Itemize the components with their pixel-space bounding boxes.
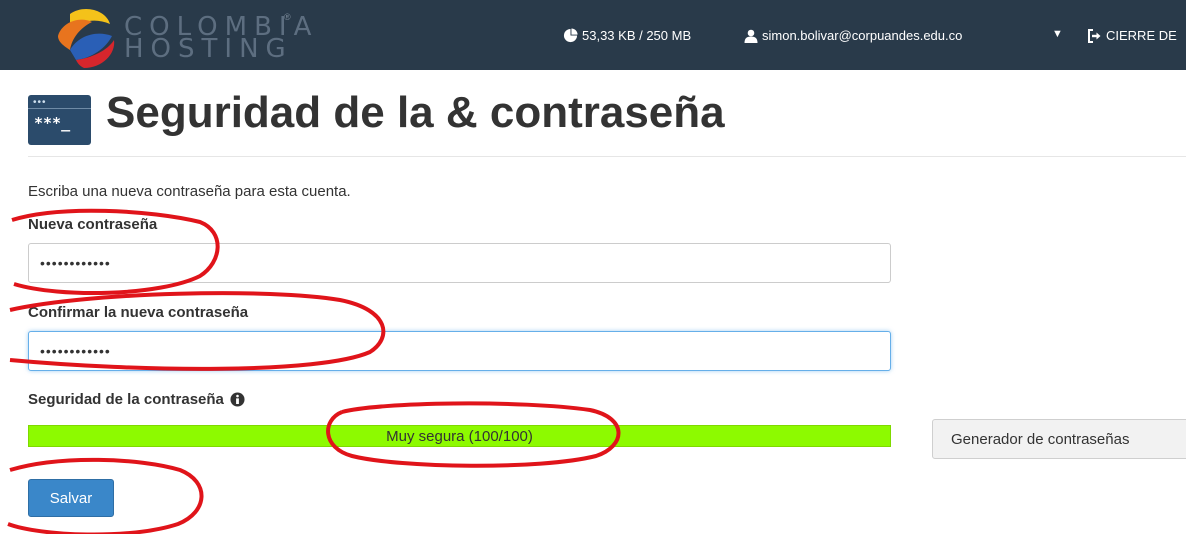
disk-usage[interactable]: 53,33 KB / 250 MB <box>563 28 691 43</box>
password-icon-text: ***_ <box>34 114 71 132</box>
strength-label-row: Seguridad de la contraseña <box>28 391 245 408</box>
save-button[interactable]: Salvar <box>28 479 114 517</box>
password-strength-meter: Muy segura (100/100) <box>28 425 891 447</box>
intro-text: Escriba una nueva contraseña para esta c… <box>28 183 351 200</box>
registered-mark: ® <box>284 12 291 22</box>
strength-label: Seguridad de la contraseña <box>28 391 224 408</box>
chevron-down-icon[interactable]: ▼ <box>1052 28 1063 40</box>
disk-usage-text: 53,33 KB / 250 MB <box>582 28 692 43</box>
logout-link[interactable]: CIERRE DE <box>1088 28 1177 43</box>
confirm-password-input[interactable] <box>28 331 891 371</box>
user-icon <box>744 29 758 43</box>
logout-label: CIERRE DE <box>1106 28 1177 43</box>
new-password-input[interactable] <box>28 243 891 283</box>
confirm-password-label: Confirmar la nueva contraseña <box>28 304 249 321</box>
new-password-label: Nueva contraseña <box>28 216 158 233</box>
page-title: Seguridad de la & contraseña <box>106 88 725 137</box>
pie-chart-icon <box>563 28 578 43</box>
strength-text: Muy segura (100/100) <box>386 428 533 445</box>
password-generator-button[interactable]: Generador de contraseñas <box>932 419 1186 459</box>
password-page-icon: ••• ***_ <box>28 95 91 145</box>
window-bar <box>28 108 91 109</box>
logo-line-2: HOSTING <box>124 34 293 64</box>
colombia-hosting-logo[interactable]: COLOMBIA HOSTING ® <box>22 6 311 68</box>
top-bar: COLOMBIA HOSTING ® 53,33 KB / 250 MB sim… <box>0 0 1186 70</box>
user-email: simon.bolivar@corpuandes.edu.co <box>762 28 963 43</box>
user-menu[interactable]: simon.bolivar@corpuandes.edu.co <box>744 28 962 43</box>
logo-wordmark: COLOMBIA HOSTING <box>124 14 318 64</box>
window-dots: ••• <box>33 97 47 108</box>
logout-icon <box>1088 28 1101 43</box>
header-divider <box>28 156 1186 157</box>
info-icon[interactable] <box>230 392 245 407</box>
logo-mark-icon <box>58 9 115 68</box>
